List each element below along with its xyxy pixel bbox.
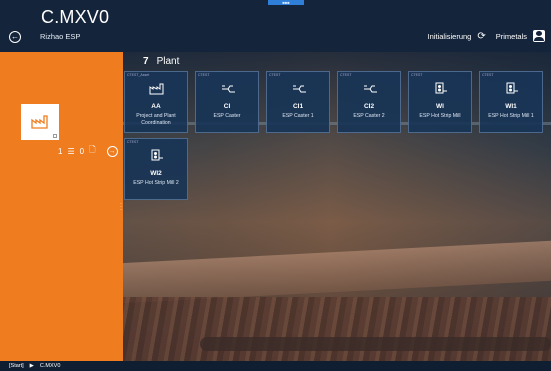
tile-name: ESP Caster	[213, 113, 241, 119]
mill-icon	[504, 82, 520, 96]
background-slab-texture	[120, 297, 551, 367]
tile-code: AA	[151, 103, 161, 110]
count-primary: 1	[58, 146, 63, 156]
tile-name: ESP Caster 2	[353, 113, 385, 119]
background-slab	[120, 240, 551, 304]
back-button[interactable]: ←	[9, 31, 21, 43]
tile-code: CI1	[292, 103, 304, 110]
status-bar: [Start] ▶ C.MXV0	[0, 361, 551, 371]
tile-ci2[interactable]: CTEST CI2 ESP Caster 2	[337, 71, 401, 133]
document-icon: 🗋	[89, 145, 96, 154]
section-title: Plant	[156, 56, 180, 67]
breadcrumb-start[interactable]: [Start]	[9, 363, 24, 369]
tile-name: ESP Caster 1	[282, 113, 314, 119]
tile-wi1[interactable]: CTEST WI1 ESP Hot Strip Mill 1	[479, 71, 543, 133]
tile-code: WI1	[505, 103, 517, 110]
tile-tag: CTEST	[482, 73, 494, 77]
splitter-handle[interactable]: · · ·	[120, 201, 122, 213]
tile-code: WI	[436, 103, 444, 110]
breadcrumb-current[interactable]: C.MXV0	[40, 363, 60, 369]
count-secondary: 0	[79, 146, 85, 156]
tile-tag: CTEST	[340, 73, 352, 77]
forward-button[interactable]: →	[106, 145, 118, 157]
thumbnail-corner	[53, 134, 57, 138]
factory-icon	[31, 115, 48, 129]
tile-name: ESP Hot Strip Mill	[419, 113, 461, 119]
site-subtitle: Rizhao ESP	[40, 32, 81, 41]
tile-tag: CTEST	[198, 73, 210, 77]
caster-icon	[291, 82, 307, 96]
breadcrumb-separator-icon: ▶	[29, 363, 34, 369]
tile-tag: CTEST	[269, 73, 281, 77]
tile-ci1[interactable]: CTEST CI1 ESP Caster 1	[266, 71, 330, 133]
arrow-right-icon: →	[108, 147, 116, 155]
left-panel: 1 ☰ 0 🗋 →	[0, 52, 123, 361]
user-icon[interactable]	[533, 30, 545, 42]
section-count: 7	[143, 56, 149, 67]
org-label[interactable]: Primetals	[496, 32, 527, 41]
user-area: Initialisierung ⟳ Primetals	[428, 30, 545, 42]
arrow-left-icon: ←	[11, 32, 19, 41]
tile-wi[interactable]: CTEST WI ESP Hot Strip Mill	[408, 71, 472, 133]
left-counts: 1 ☰ 0 🗋 →	[58, 144, 118, 158]
tile-tag: CTEST	[411, 73, 423, 77]
refresh-icon[interactable]: ⟳	[477, 31, 485, 42]
background-rail	[200, 337, 551, 351]
plant-thumbnail[interactable]	[21, 104, 59, 140]
app-title: C.MXV0	[41, 7, 110, 27]
tile-code: WI2	[150, 170, 162, 177]
tile-wi2[interactable]: CTEST WI2 ESP Hot Strip Mill 2	[124, 138, 188, 200]
tile-code: CI2	[363, 103, 375, 110]
top-bar: ■■■ C.MXV0 ← Rizhao ESP Initialisierung …	[0, 0, 551, 52]
tile-aa[interactable]: CTEST_Asset AA Project and Plant Coordin…	[124, 71, 188, 133]
list-icon: ☰	[67, 146, 75, 156]
tile-code: CI	[223, 103, 231, 110]
tile-tag: CTEST_Asset	[127, 73, 150, 77]
mill-icon	[433, 82, 449, 96]
plant-icon	[149, 82, 165, 96]
mill-icon	[149, 149, 165, 163]
caster-icon	[362, 82, 378, 96]
top-indicator[interactable]: ■■■	[268, 0, 304, 5]
tile-name: Project and Plant Coordination	[136, 113, 176, 126]
tile-name: ESP Hot Strip Mill 2	[133, 180, 179, 186]
caster-icon	[220, 82, 236, 96]
section-header: 7 Plant	[143, 56, 179, 67]
tile-name: ESP Hot Strip Mill 1	[488, 113, 534, 119]
tile-tag: CTEST	[127, 140, 139, 144]
tile-ci[interactable]: CTEST CI ESP Caster	[195, 71, 259, 133]
mode-label[interactable]: Initialisierung	[428, 32, 472, 41]
